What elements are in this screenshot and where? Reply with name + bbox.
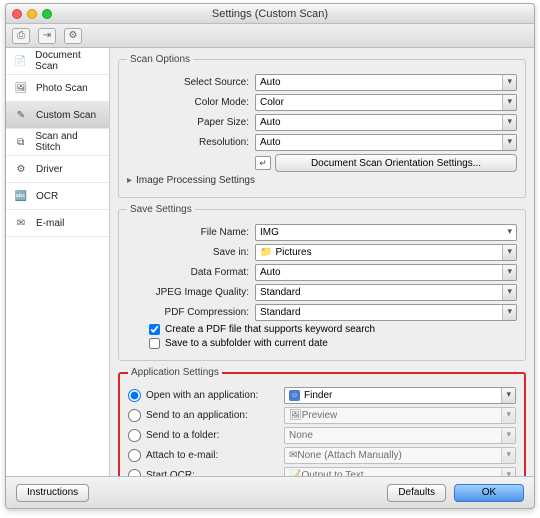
jpeg-quality-dropdown[interactable]: Standard: [255, 284, 517, 301]
color-mode-dropdown[interactable]: Color: [255, 94, 517, 111]
subfolder-checkbox[interactable]: [149, 338, 160, 349]
sidebar-item-custom-scan[interactable]: ✎ Custom Scan: [6, 102, 109, 129]
sidebar-item-photo-scan[interactable]: 🖼 Photo Scan: [6, 75, 109, 102]
email-icon: ✉: [12, 216, 30, 230]
sidebar: 📄Document Scan 🖼Photo Scan ✎Custom Scan …: [6, 48, 110, 476]
select-source-dropdown[interactable]: Auto: [255, 74, 517, 91]
sidebar-item-label: Photo Scan: [36, 83, 88, 94]
sidebar-item-label: E-mail: [36, 218, 64, 229]
instructions-button[interactable]: Instructions: [16, 484, 89, 502]
driver-icon: ⚙: [12, 162, 30, 176]
file-name-label: File Name:: [127, 227, 255, 238]
data-format-dropdown[interactable]: Auto: [255, 264, 517, 281]
toolbar-btn-scan-from[interactable]: ⎙: [12, 28, 30, 44]
document-icon: 📄: [12, 54, 29, 68]
send-app-dropdown[interactable]: 🖼 Preview: [284, 407, 516, 424]
main: 📄Document Scan 🖼Photo Scan ✎Custom Scan …: [6, 48, 534, 476]
open-with-radio[interactable]: [128, 389, 141, 402]
open-with-label: Open with an application:: [146, 390, 284, 401]
return-icon[interactable]: ↵: [255, 156, 271, 170]
scan-options-legend: Scan Options: [127, 54, 193, 65]
save-in-dropdown[interactable]: 📁Pictures: [255, 244, 517, 261]
attach-email-dropdown[interactable]: ✉ None (Attach Manually): [284, 447, 516, 464]
start-ocr-dropdown[interactable]: 📝 Output to Text: [284, 467, 516, 476]
application-settings-legend: Application Settings: [128, 367, 222, 378]
text-icon: 📝: [289, 470, 301, 476]
data-format-label: Data Format:: [127, 267, 255, 278]
attach-email-radio[interactable]: [128, 449, 141, 462]
subfolder-checkbox-row: Save to a subfolder with current date: [127, 338, 517, 349]
subfolder-label: Save to a subfolder with current date: [165, 338, 328, 349]
application-settings-group: Application Settings Open with an applic…: [118, 367, 526, 476]
save-in-label: Save in:: [127, 247, 255, 258]
send-folder-label: Send to a folder:: [146, 430, 284, 441]
preview-icon: 🖼: [289, 410, 302, 421]
sidebar-item-label: OCR: [36, 191, 58, 202]
color-mode-label: Color Mode:: [127, 97, 255, 108]
sidebar-item-label: Custom Scan: [36, 110, 96, 121]
pdf-compression-dropdown[interactable]: Standard: [255, 304, 517, 321]
pdf-keyword-checkbox-row: Create a PDF file that supports keyword …: [127, 324, 517, 335]
paper-size-label: Paper Size:: [127, 117, 255, 128]
finder-icon: ☺: [289, 390, 300, 401]
pdf-keyword-checkbox[interactable]: [149, 324, 160, 335]
titlebar: Settings (Custom Scan): [6, 4, 534, 24]
start-ocr-radio[interactable]: [128, 469, 141, 476]
sidebar-item-document-scan[interactable]: 📄 Document Scan: [6, 48, 109, 75]
attach-email-label: Attach to e-mail:: [146, 450, 284, 461]
custom-icon: ✎: [12, 108, 30, 122]
resolution-dropdown[interactable]: Auto: [255, 134, 517, 151]
stitch-icon: ⧉: [12, 135, 29, 149]
content: Scan Options Select Source:Auto Color Mo…: [110, 48, 534, 476]
pdf-compression-label: PDF Compression:: [127, 307, 255, 318]
file-name-field[interactable]: IMG: [255, 224, 517, 241]
footer: Instructions Defaults OK: [6, 476, 534, 508]
send-app-label: Send to an application:: [146, 410, 284, 421]
send-app-radio[interactable]: [128, 409, 141, 422]
image-processing-disclosure[interactable]: Image Processing Settings: [127, 175, 517, 186]
pdf-keyword-label: Create a PDF file that supports keyword …: [165, 324, 375, 335]
ocr-icon: 🔤: [12, 189, 30, 203]
photo-icon: 🖼: [12, 81, 30, 95]
send-folder-dropdown[interactable]: None: [284, 427, 516, 444]
open-with-dropdown[interactable]: ☺Finder: [284, 387, 516, 404]
toolbar-btn-scan-to[interactable]: ⇥: [38, 28, 56, 44]
sidebar-item-label: Scan and Stitch: [35, 131, 103, 153]
sidebar-item-driver[interactable]: ⚙ Driver: [6, 156, 109, 183]
defaults-button[interactable]: Defaults: [387, 484, 446, 502]
select-source-label: Select Source:: [127, 77, 255, 88]
sidebar-item-email[interactable]: ✉ E-mail: [6, 210, 109, 237]
toolbar: ⎙ ⇥ ⚙: [6, 24, 534, 48]
sidebar-item-label: Document Scan: [35, 50, 103, 72]
folder-icon: 📁: [260, 247, 272, 258]
sidebar-item-scan-stitch[interactable]: ⧉ Scan and Stitch: [6, 129, 109, 156]
toolbar-btn-prefs[interactable]: ⚙: [64, 28, 82, 44]
sidebar-item-label: Driver: [36, 164, 63, 175]
window-title: Settings (Custom Scan): [12, 8, 528, 20]
send-folder-radio[interactable]: [128, 429, 141, 442]
ok-button[interactable]: OK: [454, 484, 524, 502]
jpeg-quality-label: JPEG Image Quality:: [127, 287, 255, 298]
paper-size-dropdown[interactable]: Auto: [255, 114, 517, 131]
resolution-label: Resolution:: [127, 137, 255, 148]
mail-icon: ✉: [289, 450, 297, 461]
scan-options-group: Scan Options Select Source:Auto Color Mo…: [118, 54, 526, 198]
sidebar-item-ocr[interactable]: 🔤 OCR: [6, 183, 109, 210]
save-settings-group: Save Settings File Name:IMG Save in:📁Pic…: [118, 204, 526, 361]
save-settings-legend: Save Settings: [127, 204, 195, 215]
settings-window: Settings (Custom Scan) ⎙ ⇥ ⚙ 📄 Document S…: [5, 3, 535, 509]
orientation-settings-button[interactable]: Document Scan Orientation Settings...: [275, 154, 517, 172]
